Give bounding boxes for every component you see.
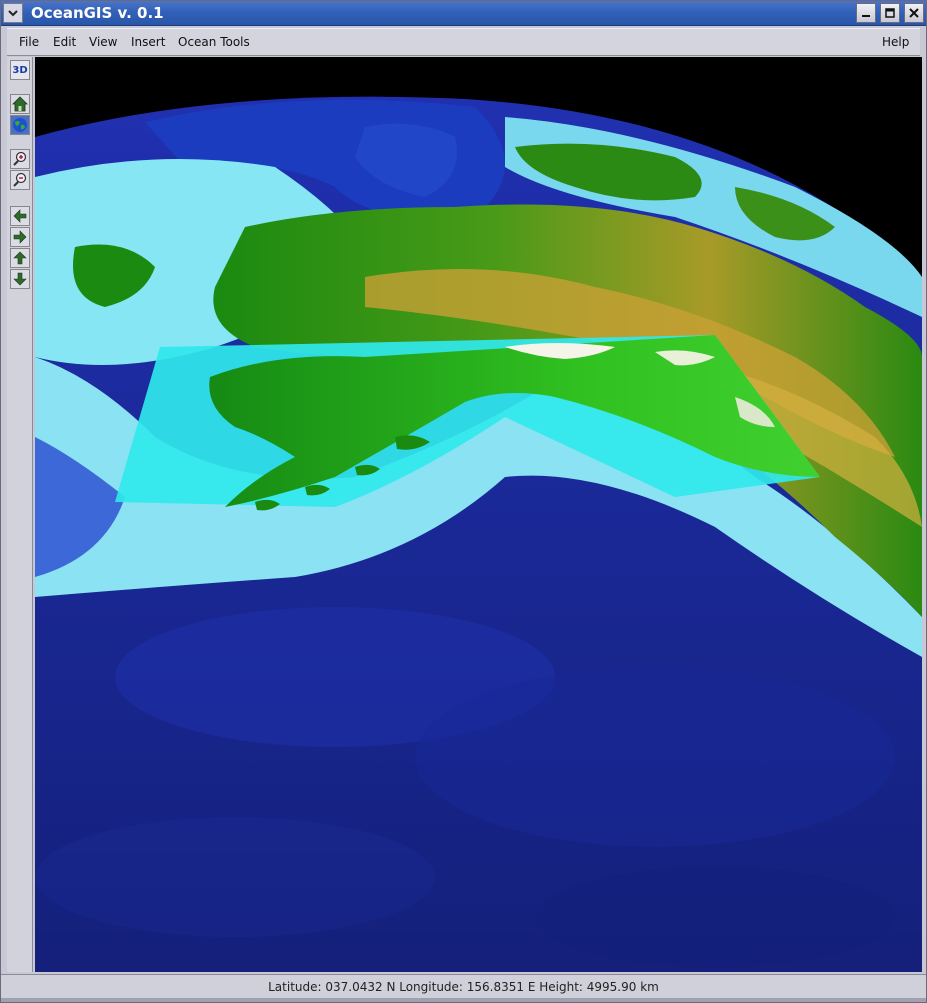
navigation-toolbar: 3D	[7, 57, 33, 972]
globe-viewport[interactable]	[35, 57, 922, 972]
close-icon	[909, 8, 919, 18]
zoom-in-button[interactable]	[10, 149, 30, 169]
3d-mode-button[interactable]: 3D	[10, 60, 30, 80]
pan-down-icon	[13, 272, 27, 286]
home-icon	[12, 96, 28, 112]
minimize-button[interactable]	[856, 3, 876, 23]
title-bar[interactable]: OceanGIS v. 0.1	[1, 1, 926, 26]
zoom-out-button[interactable]	[10, 170, 30, 190]
globe-icon	[13, 118, 27, 132]
menu-bar: File Edit View Insert Ocean Tools Help	[7, 28, 920, 56]
window-title: OceanGIS v. 0.1	[31, 4, 164, 22]
menu-view[interactable]: View	[89, 29, 117, 55]
minimize-icon	[862, 15, 870, 17]
pan-left-icon	[13, 209, 27, 223]
zoom-in-icon	[13, 151, 27, 166]
status-bar: Latitude: 037.0432 N Longitude: 156.8351…	[1, 974, 926, 999]
pan-right-button[interactable]	[10, 227, 30, 247]
chevron-down-icon	[8, 10, 18, 17]
app-window: OceanGIS v. 0.1 File Edit View Insert Oc…	[0, 0, 927, 1003]
window-menu-button[interactable]	[3, 3, 23, 23]
pan-up-button[interactable]	[10, 248, 30, 268]
pan-right-icon	[13, 230, 27, 244]
menu-insert[interactable]: Insert	[131, 29, 165, 55]
menu-file[interactable]: File	[19, 29, 39, 55]
globe-view-button[interactable]	[10, 115, 30, 135]
maximize-icon	[885, 8, 895, 18]
pan-down-button[interactable]	[10, 269, 30, 289]
pan-up-icon	[13, 251, 27, 265]
window-bottom-edge	[1, 998, 926, 1002]
pan-left-button[interactable]	[10, 206, 30, 226]
coordinate-readout: Latitude: 037.0432 N Longitude: 156.8351…	[268, 980, 659, 994]
maximize-button[interactable]	[880, 3, 900, 23]
zoom-out-icon	[13, 172, 27, 187]
globe-render	[35, 57, 922, 972]
close-button[interactable]	[904, 3, 924, 23]
menu-ocean-tools[interactable]: Ocean Tools	[178, 29, 250, 55]
menu-edit[interactable]: Edit	[53, 29, 76, 55]
3d-mode-label: 3D	[12, 64, 28, 76]
home-button[interactable]	[10, 94, 30, 114]
menu-help[interactable]: Help	[882, 29, 909, 55]
